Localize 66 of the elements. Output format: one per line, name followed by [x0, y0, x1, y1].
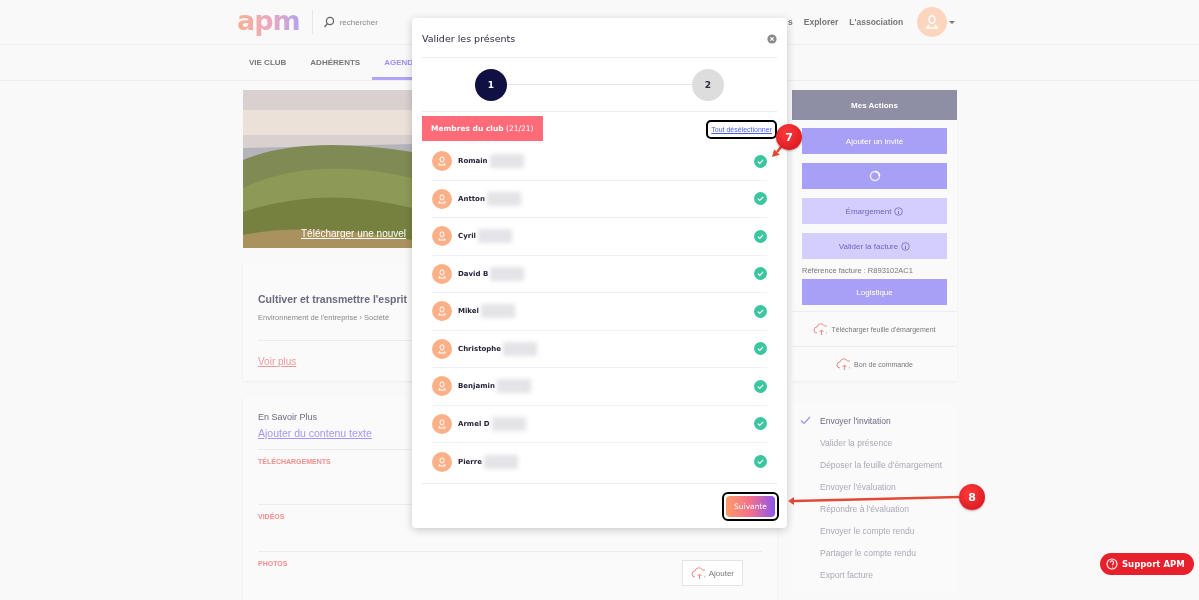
avatar-icon [432, 263, 452, 284]
progress-step: Envoyer l'invitation [820, 415, 891, 426]
blurred-surname [491, 416, 526, 431]
add-text-link[interactable]: Ajouter du contenu texte [258, 427, 372, 439]
annotation-arrow [772, 146, 782, 157]
blurred-surname [477, 229, 512, 244]
check-icon[interactable] [754, 342, 767, 356]
logistics-button[interactable]: Logistique [802, 279, 947, 305]
blurred-surname [489, 154, 524, 169]
nav-link[interactable]: s [788, 17, 793, 27]
help-icon [1106, 558, 1118, 570]
cloud-upload-icon [813, 323, 828, 335]
info-icon [894, 206, 904, 216]
check-icon[interactable] [754, 379, 767, 393]
step-circle: 1 [475, 68, 507, 101]
spinner-icon [868, 170, 881, 182]
check-icon[interactable] [754, 455, 767, 469]
info-icon [901, 241, 911, 251]
nav-tab[interactable]: ADHÉRENTS [298, 48, 373, 80]
search-field[interactable]: rechercher [322, 16, 378, 28]
search-icon [322, 16, 334, 28]
progress-step: Déposer la feuille d'émargement [820, 459, 943, 470]
close-icon[interactable] [767, 33, 777, 44]
add-button[interactable]: Ajouter [681, 560, 743, 586]
action-button[interactable]: Ajouter un invité [802, 128, 947, 154]
blurred-surname [503, 341, 538, 356]
blurred-surname [483, 454, 518, 469]
profile-menu[interactable] [917, 7, 956, 37]
nav-link[interactable]: Explorer [803, 17, 839, 27]
dialog-title: Valider les présents [422, 33, 516, 44]
cloud-upload-icon [690, 567, 705, 579]
blurred-surname [496, 379, 531, 394]
avatar-icon [432, 151, 452, 172]
support-button[interactable]: Support APM [1100, 553, 1194, 575]
blurred-surname [481, 304, 515, 319]
avatar-icon [432, 376, 452, 397]
card-title: En Savoir Plus [258, 412, 318, 422]
progress-step: Valider la présence [820, 437, 893, 448]
check-icon[interactable] [754, 192, 767, 206]
blurred-surname [486, 191, 521, 206]
nav-tab[interactable]: VIE CLUB [237, 48, 299, 80]
progress-step: Export facture [820, 569, 873, 580]
avatar-icon [917, 7, 948, 37]
avatar-icon [432, 188, 452, 209]
avatar-icon [432, 413, 452, 434]
progress-step: Envoyer l'évaluation [820, 481, 896, 492]
progress-step: Envoyer le compte rendu [820, 525, 915, 536]
check-icon[interactable] [754, 229, 767, 243]
blurred-surname [490, 266, 525, 281]
avatar-icon [432, 338, 452, 359]
check-icon[interactable] [754, 154, 767, 168]
step-badge: 8 [959, 484, 985, 510]
cloud-upload-icon [836, 358, 851, 370]
nav-link[interactable]: L'association [849, 17, 904, 27]
progress-step: Répondre à l'évaluation [820, 503, 910, 514]
avatar-icon [432, 301, 452, 322]
check-icon[interactable] [754, 304, 767, 318]
check-icon[interactable] [754, 417, 767, 431]
panel-header: Mes Actions [792, 90, 957, 120]
avatar-icon [432, 451, 452, 472]
progress-step: Partager le compte rendu [820, 547, 916, 558]
avatar-icon [432, 226, 452, 247]
card-title: Cultiver et transmettre l'esprit [258, 293, 407, 305]
step-circle: 2 [692, 68, 724, 101]
check-icon[interactable] [754, 267, 767, 281]
caret-icon [949, 20, 956, 24]
